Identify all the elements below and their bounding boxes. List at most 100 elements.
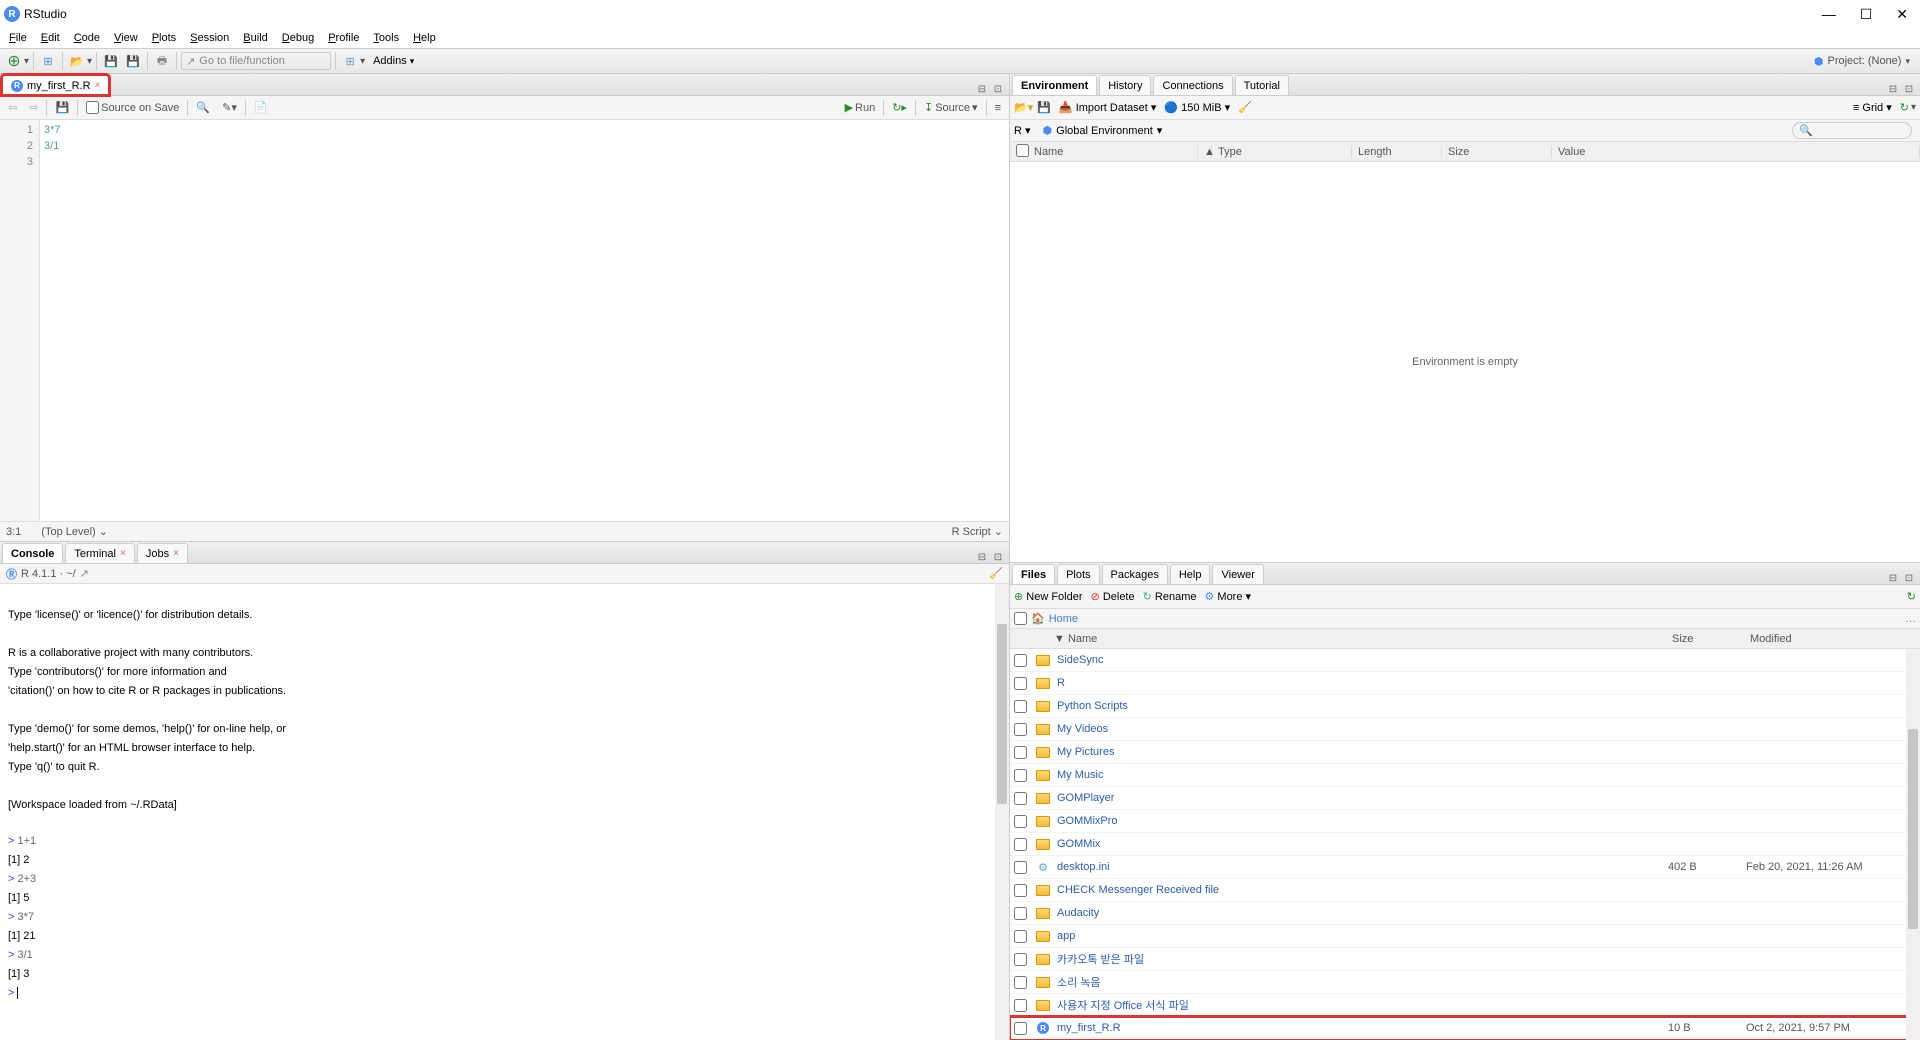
- file-checkbox[interactable]: [1014, 999, 1027, 1012]
- file-checkbox[interactable]: [1014, 861, 1027, 874]
- home-icon[interactable]: 🏠: [1031, 612, 1045, 625]
- file-checkbox[interactable]: [1014, 884, 1027, 897]
- menu-profile[interactable]: Profile: [321, 30, 366, 46]
- file-row[interactable]: app: [1010, 925, 1920, 948]
- file-checkbox[interactable]: [1014, 953, 1027, 966]
- tab-packages[interactable]: Packages: [1102, 564, 1168, 584]
- save-all-button[interactable]: 💾: [123, 51, 143, 71]
- file-row[interactable]: GOMPlayer: [1010, 787, 1920, 810]
- import-dataset-button[interactable]: 📥 Import Dataset ▾: [1059, 101, 1156, 114]
- file-name[interactable]: My Videos: [1057, 723, 1668, 735]
- file-row[interactable]: ⚙desktop.ini402 BFeb 20, 2021, 11:26 AM: [1010, 856, 1920, 879]
- grid-button[interactable]: ⊞: [340, 51, 360, 71]
- col-value[interactable]: Value: [1552, 146, 1920, 158]
- col-size[interactable]: Size: [1442, 146, 1552, 158]
- save-button[interactable]: 💾: [101, 51, 121, 71]
- file-checkbox[interactable]: [1014, 815, 1027, 828]
- menu-edit[interactable]: Edit: [34, 30, 67, 46]
- refresh-env-button[interactable]: ↻: [1900, 101, 1909, 114]
- minimize-pane-icon[interactable]: ⊟: [975, 83, 989, 95]
- file-checkbox[interactable]: [1014, 838, 1027, 851]
- col-type[interactable]: Type: [1212, 146, 1352, 158]
- file-name[interactable]: 사용자 지정 Office 서식 파일: [1057, 997, 1668, 1013]
- menu-tools[interactable]: Tools: [366, 30, 406, 46]
- tab-viewer[interactable]: Viewer: [1212, 564, 1263, 584]
- find-button[interactable]: 🔍: [192, 99, 214, 116]
- delete-button[interactable]: ⊘ Delete: [1091, 590, 1135, 603]
- forward-button[interactable]: ⇨: [25, 99, 42, 116]
- minimize-button[interactable]: —: [1822, 6, 1836, 23]
- file-row[interactable]: 카카오톡 받은 파일: [1010, 948, 1920, 971]
- file-name[interactable]: my_first_R.R: [1057, 1022, 1668, 1034]
- file-checkbox[interactable]: [1014, 654, 1027, 667]
- col-name[interactable]: Name: [1028, 146, 1198, 158]
- minimize-pane-icon[interactable]: ⊟: [1886, 83, 1900, 95]
- file-checkbox[interactable]: [1014, 769, 1027, 782]
- file-name[interactable]: desktop.ini: [1057, 861, 1668, 873]
- file-checkbox[interactable]: [1014, 907, 1027, 920]
- back-button[interactable]: ⇦: [4, 99, 21, 116]
- tab-history[interactable]: History: [1099, 75, 1151, 95]
- addins-menu[interactable]: Addins ▾: [367, 53, 420, 69]
- save-workspace-button[interactable]: 💾: [1037, 101, 1051, 114]
- col-size[interactable]: Size: [1672, 633, 1750, 645]
- file-name[interactable]: SideSync: [1057, 654, 1668, 666]
- minimize-pane-icon[interactable]: ⊟: [1886, 572, 1900, 584]
- new-file-dropdown[interactable]: ▾: [24, 56, 29, 67]
- new-file-button[interactable]: ⊕: [4, 51, 24, 71]
- file-checkbox[interactable]: [1014, 723, 1027, 736]
- menu-code[interactable]: Code: [67, 30, 107, 46]
- tab-environment[interactable]: Environment: [1012, 75, 1097, 95]
- file-row[interactable]: Python Scripts: [1010, 695, 1920, 718]
- col-length[interactable]: Length: [1352, 146, 1442, 158]
- source-on-save-checkbox[interactable]: Source on Save: [82, 99, 183, 116]
- file-name[interactable]: GOMMix: [1057, 838, 1668, 850]
- maximize-pane-icon[interactable]: ⊡: [991, 551, 1005, 563]
- tab-plots[interactable]: Plots: [1057, 564, 1099, 584]
- file-name[interactable]: app: [1057, 930, 1668, 942]
- file-name[interactable]: CHECK Messenger Received file: [1057, 884, 1668, 896]
- file-row[interactable]: 사용자 지정 Office 서식 파일: [1010, 994, 1920, 1017]
- scope-selector[interactable]: ⬢Global Environment ▾: [1043, 124, 1163, 137]
- file-name[interactable]: 소리 녹음: [1057, 974, 1668, 990]
- file-checkbox[interactable]: [1014, 976, 1027, 989]
- console-output[interactable]: Type 'license()' or 'licence()' for dist…: [0, 584, 1009, 1040]
- file-row[interactable]: My Music: [1010, 764, 1920, 787]
- file-checkbox[interactable]: [1014, 1022, 1027, 1035]
- refresh-files-button[interactable]: ↻: [1907, 590, 1916, 603]
- clear-console-icon[interactable]: 🧹: [989, 567, 1003, 580]
- maximize-pane-icon[interactable]: ⊡: [991, 83, 1005, 95]
- print-button[interactable]: 🖶: [152, 51, 172, 71]
- console-scrollbar[interactable]: [995, 584, 1009, 1040]
- language-selector[interactable]: R ▾: [1014, 124, 1031, 137]
- popout-icon[interactable]: ↗: [80, 567, 89, 580]
- menu-build[interactable]: Build: [236, 30, 274, 46]
- col-modified[interactable]: Modified: [1750, 633, 1920, 645]
- file-name[interactable]: 카카오톡 받은 파일: [1057, 951, 1668, 967]
- file-type[interactable]: R Script ⌄: [952, 525, 1003, 538]
- scope-selector[interactable]: (Top Level) ⌄: [41, 525, 108, 538]
- file-row[interactable]: GOMMix: [1010, 833, 1920, 856]
- source-button[interactable]: ↧ Source ▾: [920, 99, 982, 116]
- file-row[interactable]: R: [1010, 672, 1920, 695]
- open-recent-dropdown[interactable]: ▾: [87, 56, 92, 67]
- project-selector[interactable]: ⬢ Project: (None) ▾: [1814, 55, 1916, 68]
- files-scrollbar[interactable]: [1906, 649, 1920, 1040]
- tab-files[interactable]: Files: [1012, 564, 1055, 584]
- menu-debug[interactable]: Debug: [275, 30, 321, 46]
- maximize-pane-icon[interactable]: ⊡: [1902, 83, 1916, 95]
- tab-close-icon[interactable]: ×: [173, 548, 179, 559]
- menu-view[interactable]: View: [107, 30, 145, 46]
- file-checkbox[interactable]: [1014, 700, 1027, 713]
- file-name[interactable]: R: [1057, 677, 1668, 689]
- rename-button[interactable]: ↻ Rename: [1143, 590, 1197, 603]
- run-button[interactable]: ▶ Run: [841, 99, 880, 116]
- load-workspace-button[interactable]: 📂▾: [1014, 101, 1033, 114]
- tab-connections[interactable]: Connections: [1153, 75, 1232, 95]
- new-folder-button[interactable]: ⊕ New Folder: [1014, 590, 1083, 603]
- minimize-pane-icon[interactable]: ⊟: [975, 551, 989, 563]
- menu-file[interactable]: File: [2, 30, 34, 46]
- compile-button[interactable]: 📄: [250, 99, 272, 116]
- file-row[interactable]: Audacity: [1010, 902, 1920, 925]
- file-name[interactable]: Python Scripts: [1057, 700, 1668, 712]
